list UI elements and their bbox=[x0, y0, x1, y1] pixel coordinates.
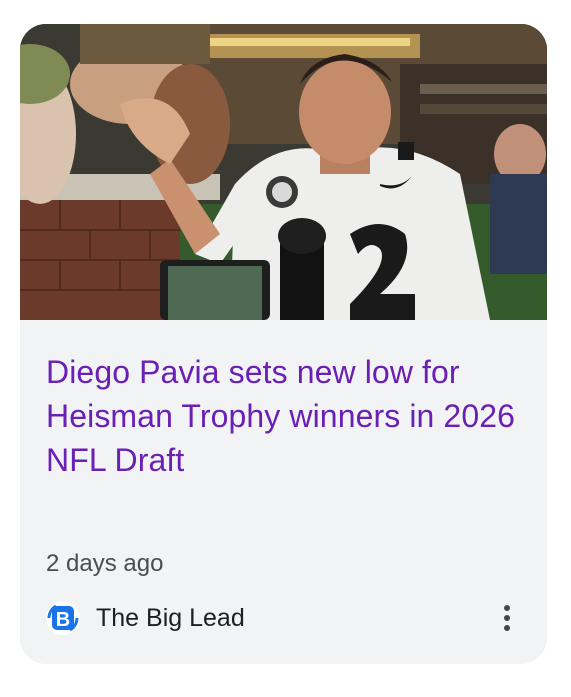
source-logo-icon: B bbox=[46, 601, 80, 635]
more-options-button[interactable] bbox=[493, 600, 521, 636]
article-photo bbox=[20, 24, 547, 320]
source-name: The Big Lead bbox=[96, 603, 245, 632]
article-headline[interactable]: Diego Pavia sets new low for Heisman Tro… bbox=[46, 350, 531, 482]
source-row: B The Big Lead bbox=[46, 600, 521, 636]
article-image[interactable] bbox=[20, 24, 547, 320]
article-timestamp: 2 days ago bbox=[46, 550, 164, 577]
more-vert-icon bbox=[504, 605, 510, 611]
news-card[interactable]: Diego Pavia sets new low for Heisman Tro… bbox=[20, 24, 547, 664]
svg-text:B: B bbox=[56, 609, 70, 631]
